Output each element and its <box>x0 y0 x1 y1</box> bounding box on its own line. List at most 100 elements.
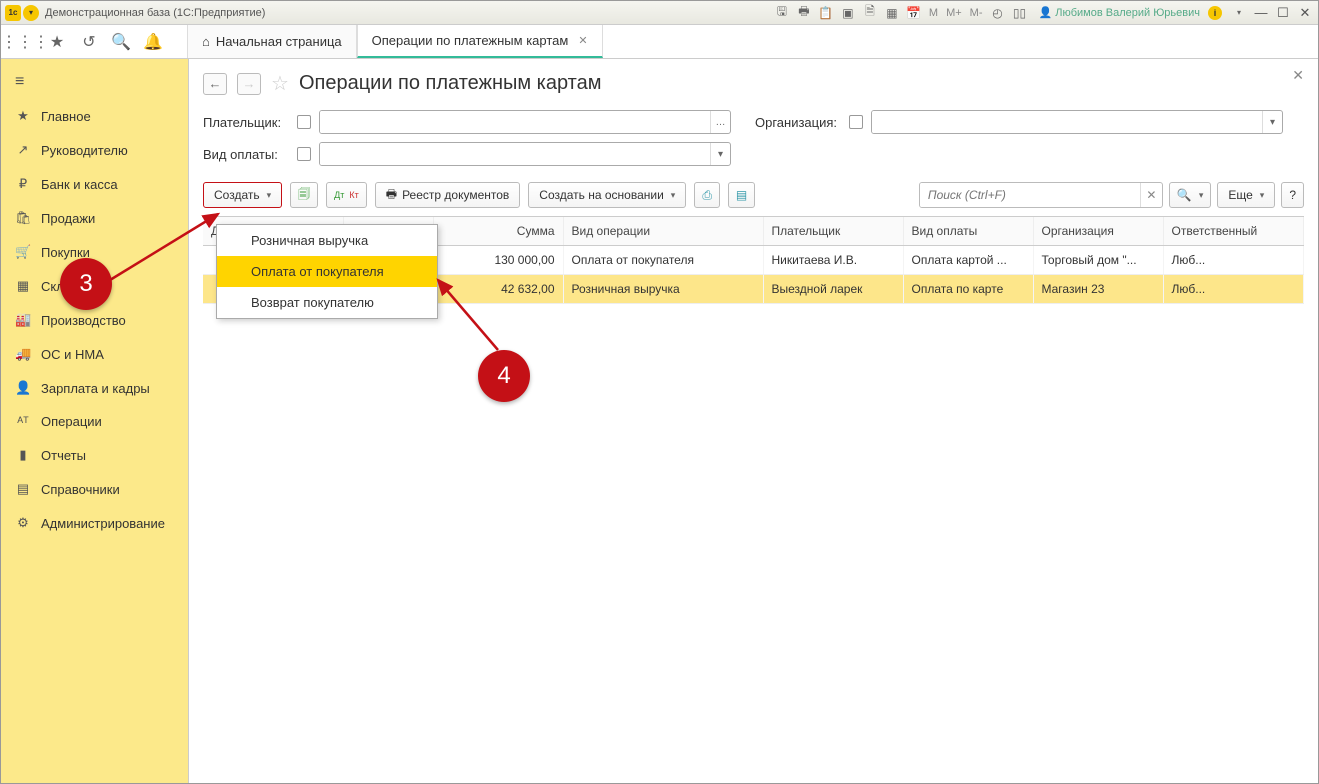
dt-kt-icon: ᴬᵀ <box>15 414 31 429</box>
tab-home-label: Начальная страница <box>216 34 342 49</box>
maximize-button[interactable]: ☐ <box>1274 5 1292 21</box>
gear-icon: ⚙ <box>15 515 31 531</box>
annotation-marker-3: 3 <box>60 258 112 310</box>
tree-button[interactable]: ⎙ <box>694 182 720 208</box>
function-bar: ⋮⋮⋮ ★ ↺ 🔍 🔔 ⌂ Начальная страница Операци… <box>1 25 1318 59</box>
more-button[interactable]: Еще▾ <box>1217 182 1275 208</box>
book-icon: ▤ <box>15 481 31 497</box>
calc-icon[interactable]: ▦ <box>883 4 901 22</box>
type-filter-input[interactable] <box>320 143 710 165</box>
col-ptype[interactable]: Вид оплаты <box>903 217 1033 246</box>
info-icon[interactable]: i <box>1208 6 1222 20</box>
tab-home[interactable]: ⌂ Начальная страница <box>187 25 357 58</box>
dropdown-item-retail[interactable]: Розничная выручка <box>217 225 437 256</box>
panel-icon[interactable]: ▯▯ <box>1010 4 1028 22</box>
favorites-icon[interactable]: ★ <box>47 32 67 52</box>
calendar-icon[interactable]: 📅 <box>905 4 923 22</box>
wait-icon[interactable]: ◴ <box>988 4 1006 22</box>
sidebar-item-reports[interactable]: ▮Отчеты <box>1 438 188 472</box>
chart-icon: 🏭 <box>15 312 31 328</box>
payer-filter-checkbox[interactable] <box>297 115 311 129</box>
info-caret[interactable]: ▾ <box>1230 4 1248 22</box>
tab-operations[interactable]: Операции по платежным картам ✕ <box>357 25 603 58</box>
payer-filter-combo[interactable]: … <box>319 110 731 134</box>
trend-icon: ↗ <box>15 142 31 158</box>
col-resp[interactable]: Ответственный <box>1163 217 1304 246</box>
sidebar-item-admin[interactable]: ⚙Администрирование <box>1 506 188 540</box>
favorite-toggle-icon[interactable]: ☆ <box>271 71 289 96</box>
bell-icon[interactable]: 🔔 <box>143 32 163 52</box>
titlebar: 1c ▾ Демонстрационная база (1С:Предприят… <box>1 1 1318 25</box>
main-panel: ✕ ← → ☆ Операции по платежным картам Пла… <box>189 59 1318 783</box>
app-logo-icon: 1c <box>5 5 21 21</box>
list-button[interactable]: ▤ <box>728 182 755 208</box>
type-filter-checkbox[interactable] <box>297 147 311 161</box>
org-filter-combo[interactable]: ▾ <box>871 110 1283 134</box>
dt-kt-button[interactable]: ДᴛКᴛ <box>326 182 367 208</box>
memory-mminus[interactable]: M- <box>968 7 985 19</box>
nav-back-button[interactable]: ← <box>203 73 227 95</box>
window-title: Демонстрационная база (1С:Предприятие) <box>45 7 773 19</box>
col-sum[interactable]: Сумма <box>433 217 563 246</box>
org-filter-checkbox[interactable] <box>849 115 863 129</box>
col-org[interactable]: Организация <box>1033 217 1163 246</box>
search-box[interactable]: ✕ <box>919 182 1163 208</box>
sidebar-item-operations[interactable]: ᴬᵀОперации <box>1 405 188 438</box>
col-op[interactable]: Вид операции <box>563 217 763 246</box>
sidebar-item-bank[interactable]: ₽Банк и касса <box>1 167 188 201</box>
chevron-down-icon[interactable]: ▾ <box>710 143 730 165</box>
close-button[interactable]: ✕ <box>1296 5 1314 21</box>
sidebar-item-assets[interactable]: 🚚ОС и НМА <box>1 337 188 371</box>
sidebar-item-main[interactable]: ★Главное <box>1 99 188 133</box>
create-based-button[interactable]: Создать на основании▾ <box>528 182 686 208</box>
chevron-down-icon[interactable]: ▾ <box>1262 111 1282 133</box>
search-icon[interactable]: 🔍 <box>111 32 131 52</box>
sidebar-item-sales[interactable]: 🛍Продажи <box>1 201 188 235</box>
person-icon: 👤 <box>15 380 31 396</box>
memory-m[interactable]: M <box>927 7 940 19</box>
clear-search-icon[interactable]: ✕ <box>1140 183 1162 207</box>
search-input[interactable] <box>920 183 1140 207</box>
sidebar-toggle[interactable]: ≡ <box>1 65 188 99</box>
ruble-icon: ₽ <box>15 176 31 192</box>
caret-down-icon: ▾ <box>267 190 272 201</box>
payer-filter-label: Плательщик: <box>203 115 289 130</box>
sidebar-item-reference[interactable]: ▤Справочники <box>1 472 188 506</box>
doc-icon[interactable]: 🗎 <box>861 4 879 22</box>
col-payer[interactable]: Плательщик <box>763 217 903 246</box>
truck-icon: 🚚 <box>15 346 31 362</box>
dropdown-item-payment[interactable]: Оплата от покупателя <box>217 256 437 287</box>
tab-close-icon[interactable]: ✕ <box>578 34 587 47</box>
clipboard-icon[interactable]: 📋 <box>817 4 835 22</box>
memory-mplus[interactable]: M+ <box>944 7 964 19</box>
sidebar-item-payroll[interactable]: 👤Зарплата и кадры <box>1 371 188 405</box>
registry-button[interactable]: 🖶Реестр документов <box>375 182 521 208</box>
cart-icon: 🛒 <box>15 244 31 260</box>
copy-button[interactable]: 🗐 <box>290 182 318 208</box>
home-icon: ⌂ <box>202 34 210 49</box>
ellipsis-icon[interactable]: … <box>710 111 730 133</box>
user-name[interactable]: 👤 Любимов Валерий Юрьевич <box>1038 6 1200 19</box>
page-close-icon[interactable]: ✕ <box>1292 67 1304 84</box>
payer-filter-input[interactable] <box>320 111 710 133</box>
type-filter-label: Вид оплаты: <box>203 147 289 162</box>
minimize-button[interactable]: — <box>1252 5 1270 21</box>
app-menu-dropdown[interactable]: ▾ <box>23 5 39 21</box>
type-filter-combo[interactable]: ▾ <box>319 142 731 166</box>
tab-operations-label: Операции по платежным картам <box>372 33 569 48</box>
sidebar: ≡ ★Главное ↗Руководителю ₽Банк и касса 🛍… <box>1 59 189 783</box>
org-filter-input[interactable] <box>872 111 1262 133</box>
compare-icon[interactable]: ▣ <box>839 4 857 22</box>
apps-icon[interactable]: ⋮⋮⋮ <box>15 32 35 52</box>
nav-forward-button[interactable]: → <box>237 73 261 95</box>
save-icon[interactable]: 🖫 <box>773 4 791 22</box>
print-icon[interactable]: 🖶 <box>795 4 813 22</box>
help-button[interactable]: ? <box>1281 182 1304 208</box>
caret-down-icon: ▾ <box>1260 190 1265 201</box>
dropdown-item-return[interactable]: Возврат покупателю <box>217 287 437 318</box>
create-button[interactable]: Создать▾ <box>203 182 282 208</box>
print-icon: 🖶 <box>386 185 397 206</box>
sidebar-item-manager[interactable]: ↗Руководителю <box>1 133 188 167</box>
history-icon[interactable]: ↺ <box>79 32 99 52</box>
search-button[interactable]: 🔍▾ <box>1169 182 1211 208</box>
